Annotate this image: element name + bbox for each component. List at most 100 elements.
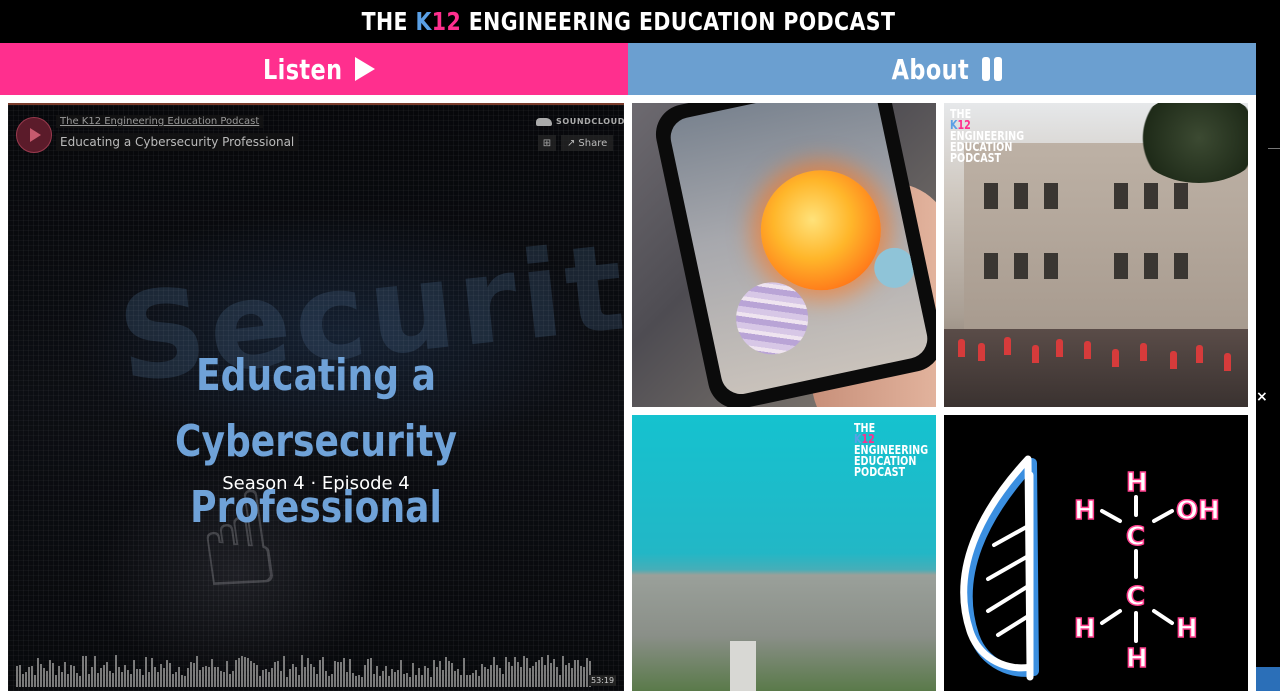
waveform-bar xyxy=(52,663,54,687)
waveform-bar xyxy=(172,674,174,687)
molecule-c: C xyxy=(1126,582,1145,612)
waveform-bar xyxy=(100,668,102,687)
waveform-bar xyxy=(556,667,558,687)
waveform-bar xyxy=(73,666,75,687)
waveform-bar xyxy=(562,656,564,687)
waveform-bar xyxy=(478,676,480,687)
logo-podcast: PODCAST xyxy=(950,151,1002,165)
waveform-bar xyxy=(481,664,483,687)
waveform-bar xyxy=(316,674,318,687)
waveform-bar xyxy=(31,666,33,687)
waveform-bar xyxy=(208,667,210,687)
waveform-bar xyxy=(364,665,366,687)
waveform-bar xyxy=(115,655,117,687)
phone-screen xyxy=(666,103,932,398)
waveform-bar xyxy=(412,663,414,687)
page: THE K12 ENGINEERING EDUCATION PODCAST Li… xyxy=(0,0,1280,691)
waveform-bar xyxy=(250,661,252,687)
close-icon[interactable]: × xyxy=(1256,389,1268,407)
molecule-c: C xyxy=(1126,522,1145,552)
share-button[interactable]: ↗ Share xyxy=(561,135,614,151)
waveform-bar xyxy=(355,676,357,687)
waveform-bar xyxy=(568,663,570,687)
waveform-bar xyxy=(520,667,522,687)
dam-tower-graphic xyxy=(730,641,756,691)
waveform-bar xyxy=(280,671,282,687)
waveform-bar xyxy=(88,674,90,687)
title-k: K xyxy=(415,7,432,36)
waveform[interactable] xyxy=(16,651,592,687)
waveform-bar xyxy=(247,658,249,687)
waveform-bar xyxy=(430,677,432,687)
leaf-molecule-tile[interactable]: H H C OH C H H H xyxy=(944,415,1248,691)
scroll-edge-line xyxy=(1268,148,1280,149)
soundcloud-logo[interactable]: SOUNDCLOUD xyxy=(536,117,624,126)
waveform-bar xyxy=(91,667,93,687)
waveform-bar xyxy=(166,660,168,687)
waveform-bar xyxy=(373,674,375,687)
waveform-bar xyxy=(487,669,489,687)
waveform-bar xyxy=(232,671,234,687)
track-title[interactable]: Educating a Cybersecurity Professional xyxy=(56,133,299,151)
window xyxy=(1044,253,1058,279)
waveform-bar xyxy=(490,665,492,687)
waveform-bar xyxy=(262,670,264,687)
waveform-bar xyxy=(220,671,222,687)
waveform-bar xyxy=(313,667,315,687)
waveform-bar xyxy=(379,676,381,687)
waveform-bar xyxy=(190,662,192,687)
waveform-bar xyxy=(124,665,126,687)
capitol-rally-tile[interactable]: THE K12 ENGINEERING EDUCATION PODCAST xyxy=(944,103,1248,407)
waveform-bar xyxy=(547,655,549,687)
cart-icon: ⊞ xyxy=(542,137,552,149)
window xyxy=(984,253,998,279)
molecule-h: H xyxy=(1176,614,1198,644)
waveform-bar xyxy=(229,674,231,687)
dam-aerial-tile[interactable]: THE K12 ENGINEERING EDUCATION PODCAST xyxy=(632,415,936,691)
waveform-bar xyxy=(82,656,84,687)
waveform-bar xyxy=(463,658,465,687)
waveform-bar xyxy=(388,676,390,687)
about-label: About xyxy=(891,52,969,86)
waveform-bar xyxy=(583,667,585,687)
about-nav-button[interactable]: About xyxy=(628,43,1256,95)
waveform-bar xyxy=(343,658,345,687)
site-title[interactable]: THE K12 ENGINEERING EDUCATION PODCAST xyxy=(361,7,895,36)
waveform-bar xyxy=(238,658,240,687)
waveform-bar xyxy=(16,666,18,687)
waveform-bar xyxy=(433,660,435,687)
waveform-bar xyxy=(292,664,294,687)
waveform-bar xyxy=(469,675,471,687)
waveform-bar xyxy=(517,662,519,687)
waveform-bar xyxy=(499,668,501,687)
soundcloud-brand-label: SOUNDCLOUD xyxy=(556,117,624,126)
waveform-bar xyxy=(295,667,297,687)
waveform-bar xyxy=(502,674,504,687)
notification-badge[interactable] xyxy=(1256,667,1280,691)
waveform-bar xyxy=(508,662,510,687)
waveform-bar xyxy=(298,675,300,687)
title-post: ENGINEERING EDUCATION PODCAST xyxy=(460,7,895,36)
waveform-bar xyxy=(196,656,198,687)
waveform-bar xyxy=(22,674,24,687)
listen-nav-button[interactable]: Listen xyxy=(0,43,628,95)
waveform-bar xyxy=(304,667,306,687)
waveform-bar xyxy=(361,677,363,687)
waveform-bar xyxy=(205,666,207,687)
waveform-bar xyxy=(103,665,105,687)
player-play-button[interactable] xyxy=(16,117,52,153)
artist-link[interactable]: The K12 Engineering Education Podcast xyxy=(56,115,264,128)
leaf-molecule-graphic: H H C OH C H H H xyxy=(960,455,1221,681)
buy-button[interactable]: ⊞ xyxy=(538,135,556,151)
waveform-bar xyxy=(67,674,69,687)
waveform-bar xyxy=(307,658,309,687)
waveform-bar xyxy=(226,661,228,687)
ar-solar-system-tile[interactable] xyxy=(632,103,936,407)
waveform-bar xyxy=(358,675,360,687)
waveform-bar xyxy=(286,677,288,687)
waveform-bar xyxy=(145,657,147,687)
soundcloud-icon xyxy=(536,117,552,126)
play-icon xyxy=(30,128,41,142)
waveform-bar xyxy=(445,657,447,687)
waveform-bar xyxy=(334,661,336,687)
